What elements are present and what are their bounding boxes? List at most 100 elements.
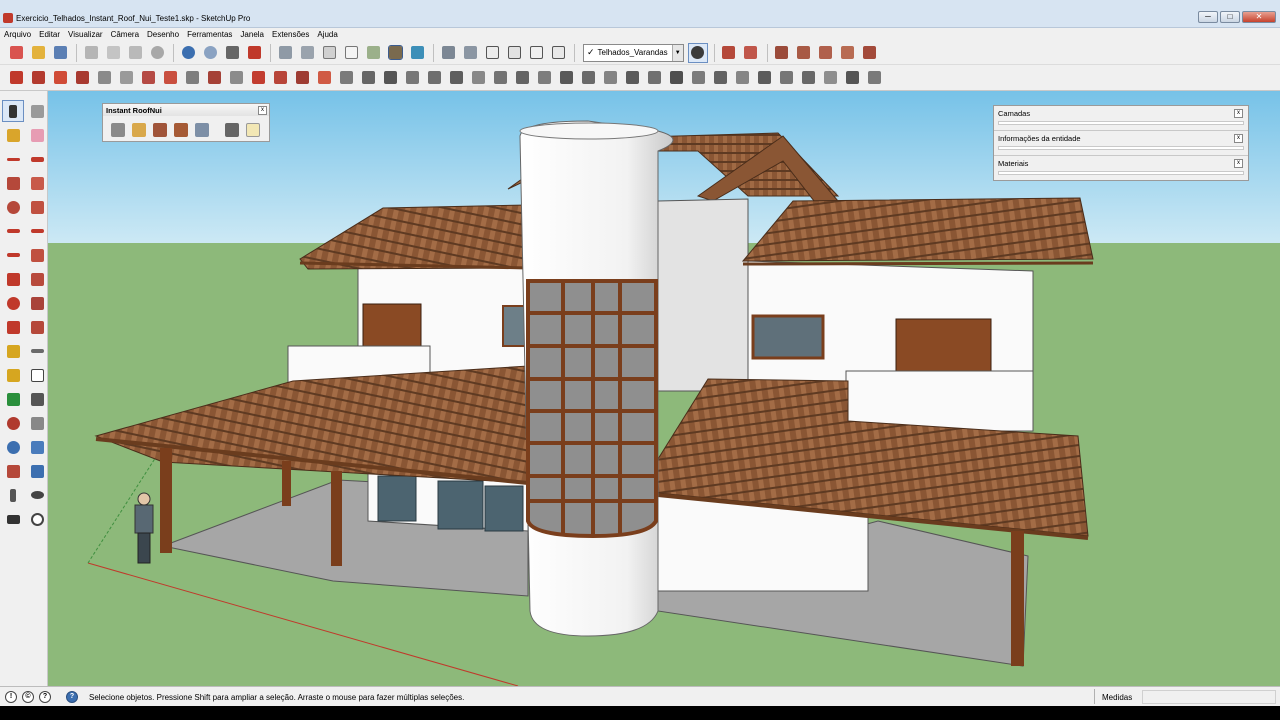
menu-desenho[interactable]: Desenho — [143, 28, 183, 41]
ext-tool-30-icon[interactable] — [644, 68, 664, 88]
tray-panel-entity-info[interactable]: Informações da entidade x — [994, 131, 1248, 156]
ext-tool-4-icon[interactable] — [72, 68, 92, 88]
ext-tool-7-icon[interactable] — [138, 68, 158, 88]
ext-tool-28-icon[interactable] — [600, 68, 620, 88]
position-camera-icon[interactable] — [2, 484, 24, 506]
scene-dropdown[interactable]: ✓ Telhados_Varandas ▼ — [583, 43, 684, 62]
scale-icon[interactable] — [2, 316, 24, 338]
credits-icon[interactable]: © — [22, 691, 34, 703]
help-icon[interactable]: ? — [39, 691, 51, 703]
ext-tool-18-icon[interactable] — [380, 68, 400, 88]
iso-view-icon[interactable] — [438, 43, 458, 63]
line-tool-icon[interactable] — [2, 148, 24, 170]
close-icon[interactable]: x — [1234, 134, 1243, 143]
ext-tool-36-icon[interactable] — [776, 68, 796, 88]
ext-tool-27-icon[interactable] — [578, 68, 598, 88]
menu-extensoes[interactable]: Extensões — [268, 28, 313, 41]
rotate-icon[interactable] — [2, 292, 24, 314]
follow-me-icon[interactable] — [26, 292, 48, 314]
ext-tool-31-icon[interactable] — [666, 68, 686, 88]
eraser-icon[interactable] — [26, 124, 48, 146]
zoom-icon[interactable] — [2, 436, 24, 458]
offset-icon[interactable] — [26, 316, 48, 338]
close-icon[interactable]: x — [1234, 109, 1243, 118]
ext-tool-29-icon[interactable] — [622, 68, 642, 88]
redo-icon[interactable] — [200, 43, 220, 63]
pie-icon[interactable] — [26, 244, 48, 266]
ext-tool-10-icon[interactable] — [204, 68, 224, 88]
roof-tool-7-icon[interactable] — [860, 43, 880, 63]
ext-tool-5-icon[interactable] — [94, 68, 114, 88]
ext-tool-40-icon[interactable] — [864, 68, 884, 88]
copy-icon[interactable] — [103, 43, 123, 63]
ext-tool-3-icon[interactable] — [50, 68, 70, 88]
ext-tool-39-icon[interactable] — [842, 68, 862, 88]
close-icon[interactable]: x — [258, 106, 267, 115]
roof-tool-3-icon[interactable] — [772, 43, 792, 63]
menu-visualizar[interactable]: Visualizar — [64, 28, 107, 41]
roof-tool-6-icon[interactable] — [838, 43, 858, 63]
chevron-down-icon[interactable]: ▼ — [671, 44, 683, 61]
roof-gable-icon[interactable] — [129, 120, 149, 140]
maximize-button[interactable]: □ — [1220, 11, 1240, 23]
move-icon[interactable] — [2, 268, 24, 290]
pan-icon[interactable] — [26, 412, 48, 434]
ext-tool-1-icon[interactable] — [6, 68, 26, 88]
ext-tool-38-icon[interactable] — [820, 68, 840, 88]
tray-panel-materials[interactable]: Materiais x — [994, 156, 1248, 181]
menu-ajuda[interactable]: Ajuda — [313, 28, 341, 41]
measurements-input[interactable] — [1142, 690, 1276, 704]
dimension-icon[interactable] — [26, 340, 48, 362]
ext-tool-32-icon[interactable] — [688, 68, 708, 88]
rectangle-icon[interactable] — [2, 172, 24, 194]
roof-settings-icon[interactable] — [222, 120, 242, 140]
minimize-button[interactable]: ─ — [1198, 11, 1218, 23]
ext-tool-21-icon[interactable] — [446, 68, 466, 88]
shaded-icon[interactable] — [363, 43, 383, 63]
ext-tool-24-icon[interactable] — [512, 68, 532, 88]
menu-arquivo[interactable]: Arquivo — [0, 28, 35, 41]
ext-tool-23-icon[interactable] — [490, 68, 510, 88]
ext-tool-37-icon[interactable] — [798, 68, 818, 88]
roof-shed-icon[interactable] — [150, 120, 170, 140]
ext-tool-26-icon[interactable] — [556, 68, 576, 88]
circle-icon[interactable] — [2, 196, 24, 218]
roof-tool-5-icon[interactable] — [816, 43, 836, 63]
ext-tool-33-icon[interactable] — [710, 68, 730, 88]
arc-icon[interactable] — [2, 220, 24, 242]
ext-tool-34-icon[interactable] — [732, 68, 752, 88]
xray-icon[interactable] — [275, 43, 295, 63]
make-component-icon[interactable] — [26, 100, 48, 122]
paste-icon[interactable] — [125, 43, 145, 63]
tray-panel-layers[interactable]: Camadas x — [994, 106, 1248, 131]
menu-janela[interactable]: Janela — [236, 28, 268, 41]
left-view-icon[interactable] — [548, 43, 568, 63]
wireframe-icon[interactable] — [319, 43, 339, 63]
scene-settings-icon[interactable] — [687, 42, 708, 63]
two-point-arc-icon[interactable] — [26, 220, 48, 242]
roof-tool-1-icon[interactable] — [719, 43, 739, 63]
zoom-window-icon[interactable] — [26, 436, 48, 458]
ext-tool-2-icon[interactable] — [28, 68, 48, 88]
3d-text-icon[interactable] — [26, 388, 48, 410]
menu-editar[interactable]: Editar — [35, 28, 64, 41]
select-tool-icon[interactable] — [2, 100, 24, 122]
back-view-icon[interactable] — [526, 43, 546, 63]
new-file-icon[interactable] — [6, 43, 26, 63]
section-plane-icon[interactable] — [26, 508, 48, 530]
rotated-rectangle-icon[interactable] — [26, 172, 48, 194]
erase-selection-icon[interactable] — [147, 43, 167, 63]
roof-wizard-icon[interactable] — [192, 120, 212, 140]
hidden-line-icon[interactable] — [341, 43, 361, 63]
walk-icon[interactable] — [2, 508, 24, 530]
roof-tool-2-icon[interactable] — [741, 43, 761, 63]
close-button[interactable]: ✕ — [1242, 11, 1276, 23]
instructor-icon[interactable]: ? — [66, 691, 78, 703]
menu-ferramentas[interactable]: Ferramentas — [183, 28, 236, 41]
look-around-icon[interactable] — [26, 484, 48, 506]
three-point-arc-icon[interactable] — [2, 244, 24, 266]
monochrome-icon[interactable] — [407, 43, 427, 63]
protractor-icon[interactable] — [2, 364, 24, 386]
orbit-icon[interactable] — [2, 412, 24, 434]
freehand-icon[interactable] — [26, 148, 48, 170]
